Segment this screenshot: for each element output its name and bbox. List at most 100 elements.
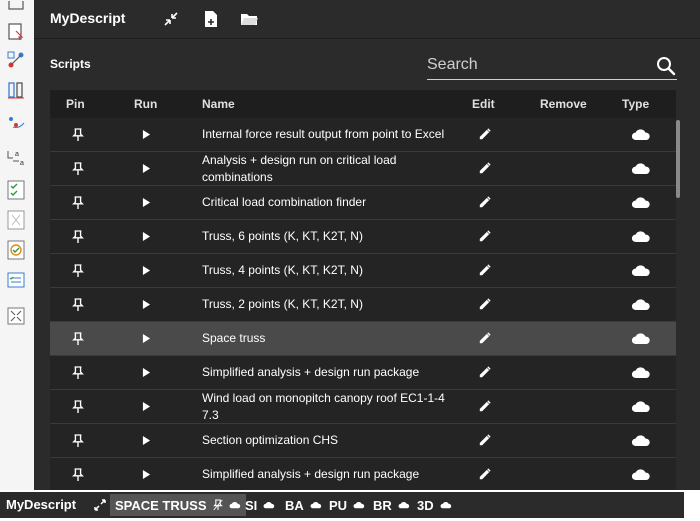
col-type[interactable]: Type [622, 97, 649, 111]
pin-icon[interactable] [66, 152, 90, 185]
tab-br[interactable]: BR [368, 494, 415, 516]
script-name: Critical load combination finder [202, 195, 367, 209]
new-script-icon[interactable] [202, 10, 220, 28]
table-row[interactable]: Section optimization CHS [50, 424, 676, 458]
run-icon[interactable] [134, 424, 158, 457]
pin-icon[interactable] [66, 186, 90, 219]
cloud-icon [628, 288, 654, 321]
list-check-icon[interactable] [4, 268, 28, 292]
search-icon[interactable] [655, 55, 677, 77]
tab-si[interactable]: SI [240, 494, 280, 516]
table-row[interactable]: Truss, 2 points (K, KT, K2T, N) [50, 288, 676, 322]
col-edit[interactable]: Edit [472, 97, 495, 111]
left-toolstrip: aa [0, 0, 35, 490]
cloud-icon [350, 501, 365, 509]
col-run[interactable]: Run [134, 97, 157, 111]
cloud-icon [628, 322, 654, 355]
tab-label: BR [373, 497, 392, 513]
cursor-doc-icon[interactable] [4, 20, 28, 44]
search-input[interactable] [427, 53, 647, 77]
edit-icon[interactable] [472, 322, 496, 355]
collapse-icon[interactable] [162, 10, 180, 28]
tab-space-truss[interactable]: SPACE TRUSS [110, 494, 246, 516]
edit-icon[interactable] [472, 458, 496, 490]
pin-icon[interactable] [66, 458, 90, 490]
pin-icon[interactable] [66, 356, 90, 389]
col-pin[interactable]: Pin [66, 97, 85, 111]
grid-icon[interactable] [4, 208, 28, 232]
fit-view-icon[interactable] [4, 304, 28, 328]
cloud-icon [628, 356, 654, 389]
run-icon[interactable] [134, 390, 158, 423]
pin-icon[interactable] [66, 424, 90, 457]
tab-pu[interactable]: PU [324, 494, 370, 516]
col-name[interactable]: Name [202, 97, 235, 111]
pin-icon[interactable] [66, 118, 90, 151]
cloud-icon [628, 390, 654, 423]
cloud-icon [260, 501, 275, 509]
edit-icon[interactable] [472, 424, 496, 457]
edit-icon[interactable] [472, 390, 496, 423]
tab-label: SI [245, 497, 258, 513]
edit-icon[interactable] [472, 288, 496, 321]
run-icon[interactable] [134, 322, 158, 355]
pin-off-icon[interactable] [210, 499, 223, 511]
script-name: Internal force result output from point … [202, 127, 445, 141]
table-row[interactable]: Internal force result output from point … [50, 118, 676, 152]
script-name: Analysis + design run on critical load c… [202, 152, 397, 184]
open-folder-icon[interactable] [240, 10, 258, 28]
script-name: Truss, 6 points (K, KT, K2T, N) [202, 229, 363, 243]
pin-icon[interactable] [66, 220, 90, 253]
run-icon[interactable] [134, 288, 158, 321]
run-icon[interactable] [134, 152, 158, 185]
col-remove[interactable]: Remove [540, 97, 587, 111]
pin-icon[interactable] [66, 322, 90, 355]
edit-icon[interactable] [472, 186, 496, 219]
expand-icon[interactable] [92, 497, 108, 513]
table-body: Internal force result output from point … [50, 118, 676, 490]
tab-label: BA [285, 497, 304, 513]
run-icon[interactable] [134, 118, 158, 151]
table-row[interactable]: Critical load combination finder [50, 186, 676, 220]
edit-icon[interactable] [472, 152, 496, 185]
edit-icon[interactable] [472, 118, 496, 151]
edit-icon[interactable] [472, 356, 496, 389]
table-row[interactable]: Truss, 6 points (K, KT, K2T, N) [50, 220, 676, 254]
a-arrows-icon[interactable]: aa [4, 145, 28, 169]
scrollbar[interactable] [676, 118, 682, 490]
script-name: Truss, 4 points (K, KT, K2T, N) [202, 263, 363, 277]
cloud-icon [628, 458, 654, 490]
points-icon[interactable] [4, 110, 28, 134]
table-row[interactable]: Wind load on monopitch canopy roof EC1-1… [50, 390, 676, 424]
run-icon[interactable] [134, 356, 158, 389]
title-bar: MyDescript [34, 0, 700, 39]
table-row[interactable]: Truss, 4 points (K, KT, K2T, N) [50, 254, 676, 288]
edit-icon[interactable] [472, 220, 496, 253]
tab-label: PU [329, 497, 348, 513]
run-icon[interactable] [134, 254, 158, 287]
nodes-move-icon[interactable] [4, 48, 28, 72]
table-header: Pin Run Name Edit Remove Type [50, 90, 676, 118]
scripts-heading: Scripts [50, 57, 91, 71]
table-row[interactable]: Simplified analysis + design run package [50, 356, 676, 390]
pin-icon[interactable] [66, 254, 90, 287]
table-row[interactable]: Space truss [50, 322, 676, 356]
check-orange-icon[interactable] [4, 238, 28, 262]
columns-icon[interactable] [4, 78, 28, 102]
script-name: Space truss [202, 331, 266, 345]
status-title[interactable]: MyDescript [6, 497, 76, 512]
tab-3d[interactable]: 3D [412, 494, 457, 516]
table-row[interactable]: Simplified analysis + design run package [50, 458, 676, 490]
run-icon[interactable] [134, 186, 158, 219]
run-icon[interactable] [134, 220, 158, 253]
edit-icon[interactable] [472, 254, 496, 287]
run-icon[interactable] [134, 458, 158, 490]
cloud-icon [628, 186, 654, 219]
table-row[interactable]: Analysis + design run on critical load c… [50, 152, 676, 186]
tab-ba[interactable]: BA [280, 494, 327, 516]
pin-icon[interactable] [66, 390, 90, 423]
check-list-icon[interactable] [4, 178, 28, 202]
scroll-thumb[interactable] [676, 120, 680, 198]
cloud-icon [628, 118, 654, 151]
pin-icon[interactable] [66, 288, 90, 321]
